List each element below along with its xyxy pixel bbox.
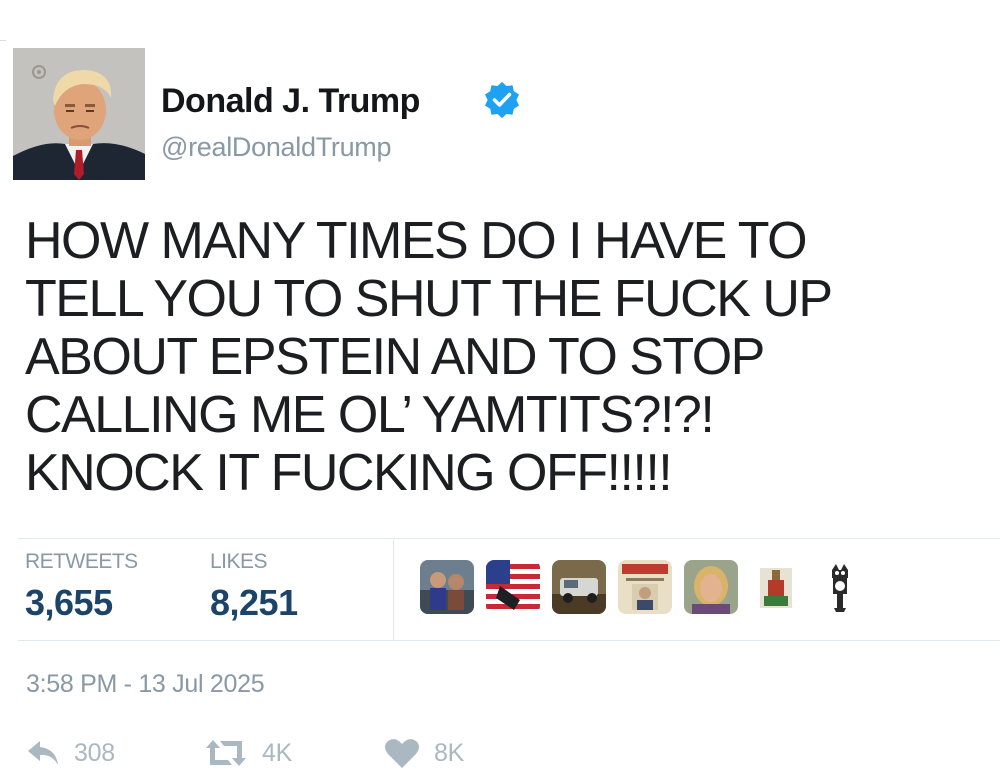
liker-avatar-figure-photo-icon <box>754 560 798 614</box>
divider <box>18 640 1000 641</box>
heart-icon <box>385 739 419 768</box>
likes-count: 8,251 <box>210 582 298 623</box>
tweet-card: Donald J. Trump @realDonaldTrump HOW MAN… <box>0 0 1000 783</box>
liker-avatar-flag-photo-icon <box>486 560 540 614</box>
liker-avatar[interactable] <box>618 560 672 614</box>
like-count: 8K <box>434 738 464 767</box>
verified-badge-icon <box>485 82 519 118</box>
reply-icon <box>28 741 58 765</box>
divider <box>393 540 394 640</box>
liker-avatar-people-photo-icon <box>420 560 474 614</box>
retweets-label: RETWEETS <box>25 550 138 573</box>
divider <box>0 40 6 41</box>
liker-avatar[interactable] <box>552 560 606 614</box>
liker-avatar-cat-clock-icon <box>820 560 860 614</box>
tweet-text: HOW MANY TIMES DO I HAVE TO TELL YOU TO … <box>25 212 833 502</box>
retweet-button[interactable]: 4K <box>204 733 292 773</box>
reply-button[interactable]: 308 <box>26 733 115 773</box>
author-avatar[interactable] <box>13 48 145 180</box>
author-display-name[interactable]: Donald J. Trump <box>161 82 420 121</box>
liker-avatar[interactable] <box>486 560 540 614</box>
liker-avatar[interactable] <box>420 560 474 614</box>
liker-avatar-woman-photo-icon <box>684 560 738 614</box>
retweets-count: 3,655 <box>25 582 113 623</box>
retweets-stat[interactable]: RETWEETS 3,655 <box>25 550 138 624</box>
divider <box>18 538 1000 539</box>
liker-avatar[interactable] <box>754 560 798 614</box>
retweet-icon <box>206 740 246 766</box>
like-button[interactable]: 8K <box>384 733 464 773</box>
author-handle[interactable]: @realDonaldTrump <box>161 132 392 163</box>
mugshot-photo-icon <box>13 48 145 180</box>
likes-stat[interactable]: LIKES 8,251 <box>210 550 298 624</box>
liker-avatar-poster-photo-icon <box>618 560 672 614</box>
likes-label: LIKES <box>210 550 268 573</box>
retweet-count: 4K <box>262 738 292 767</box>
liker-avatar[interactable] <box>820 560 860 614</box>
tweet-timestamp[interactable]: 3:58 PM - 13 Jul 2025 <box>26 670 265 699</box>
reply-count: 308 <box>74 738 115 767</box>
liker-avatar[interactable] <box>684 560 738 614</box>
liker-avatar-truck-photo-icon <box>552 560 606 614</box>
